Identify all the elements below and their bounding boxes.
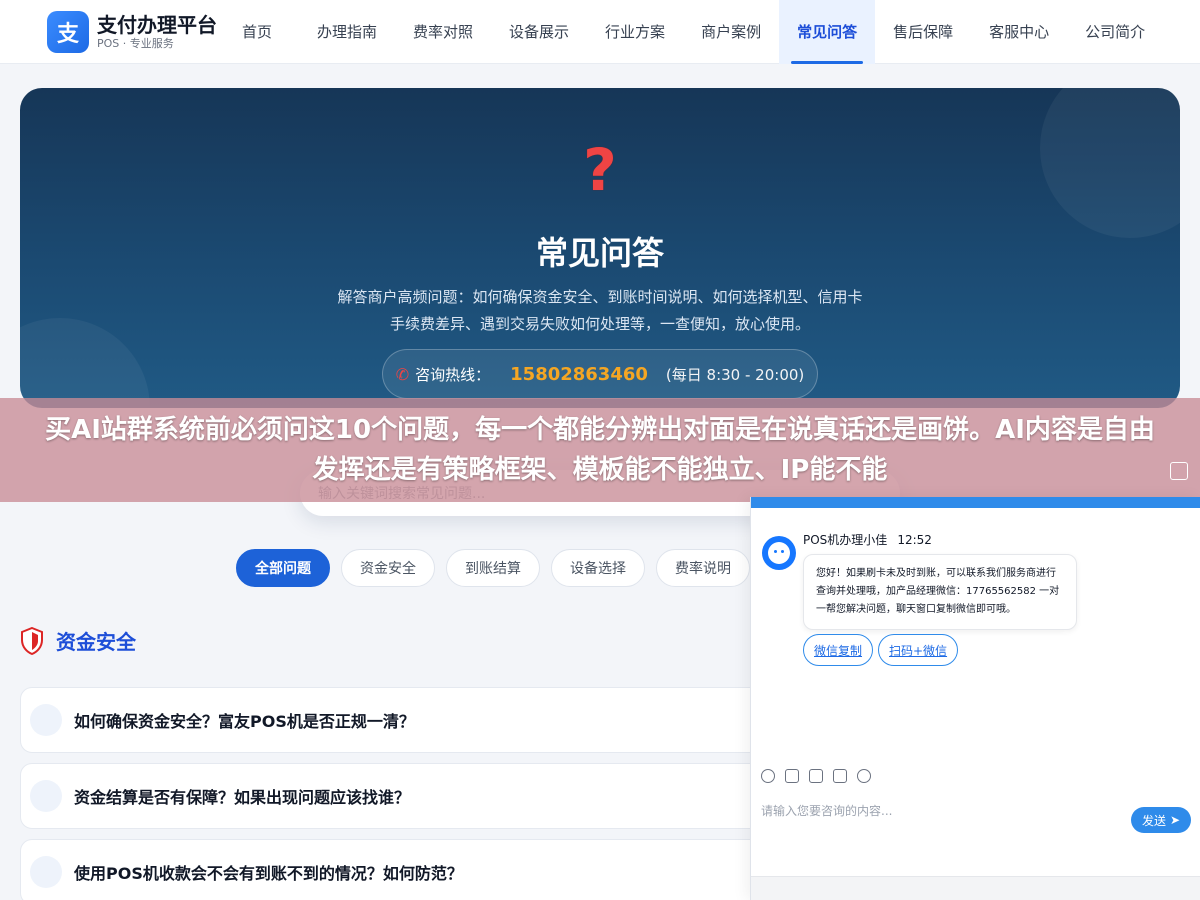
main-nav: 首页 办理指南 费率对照 设备展示 行业方案 商户案例 常见问答 售后保障 客服… xyxy=(215,0,1163,64)
phone-icon: ✆ xyxy=(395,364,410,384)
screenshot-icon[interactable] xyxy=(809,769,823,783)
nav-item-aftersales[interactable]: 售后保障 xyxy=(875,0,971,64)
faq-bullet xyxy=(30,704,62,736)
overlay-ad-banner[interactable]: 买AI站群系统前必须问这10个问题，每一个都能分辨出对面是在说真话还是画饼。AI… xyxy=(0,398,1200,502)
message-time: 12:52 xyxy=(897,533,932,547)
hero-banner: ? 常见问答 解答商户高频问题：如何确保资金安全、到账时间说明、如何选择机型、信… xyxy=(20,88,1180,408)
chip-device[interactable]: 设备选择 xyxy=(551,549,645,587)
nav-item-faq[interactable]: 常见问答 xyxy=(779,0,876,64)
banner-text: 买AI站群系统前必须问这10个问题，每一个都能分辨出对面是在说真话还是画饼。AI… xyxy=(45,415,1155,485)
faq-question: 使用POS机收款会不会有到账不到的情况？如何防范？ xyxy=(74,864,463,883)
section-title: 资金安全 xyxy=(56,630,136,654)
hero-description: 解答商户高频问题：如何确保资金安全、到账时间说明、如何选择机型、信用卡 手续费差… xyxy=(337,288,863,333)
close-icon[interactable] xyxy=(1170,462,1188,480)
hotline-number[interactable]: 15802863460 xyxy=(510,364,648,385)
copy-wechat-button[interactable]: 微信复制 xyxy=(803,634,874,666)
nav-item-cases[interactable]: 商户案例 xyxy=(683,0,779,64)
faq-item[interactable]: 如何确保资金安全？富友POS机是否正规一清？ xyxy=(20,687,780,753)
logo-mark: 支 xyxy=(47,10,89,53)
chat-footer xyxy=(751,876,1200,900)
agent-avatar xyxy=(762,536,796,570)
chip-all[interactable]: 全部问题 xyxy=(236,549,330,587)
faq-item[interactable]: 资金结算是否有保障？如果出现问题应该找谁？ xyxy=(20,763,780,829)
hotline-pill[interactable]: ✆ 咨询热线： 15802863460 (每日 8:30 - 20:00) xyxy=(382,349,818,399)
chat-header-bar xyxy=(751,497,1200,508)
wechat-icon[interactable] xyxy=(857,769,871,783)
chat-widget: POS机办理小佳 12:52 您好！如果刷卡未及时到账，可以联系我们服务商进行查询… xyxy=(750,497,1200,900)
hero-decoration xyxy=(20,318,150,408)
hotline-hours: (每日 8:30 - 20:00) xyxy=(665,365,805,384)
send-arrow-icon: ➤ xyxy=(1169,813,1181,827)
chat-bubble: 您好！如果刷卡未及时到账，可以联系我们服务商进行查询并处理哦，加产品经理微信：1… xyxy=(803,554,1077,630)
top-header: 支 支付办理平台 POS · 专业服务 首页 办理指南 费率对照 设备展示 行业… xyxy=(0,0,1200,64)
faq-question: 如何确保资金安全？富友POS机是否正规一清？ xyxy=(74,712,415,731)
avatar-icon xyxy=(768,542,790,564)
scan-wechat-button[interactable]: 扫码+微信 xyxy=(878,634,959,666)
nav-item-about[interactable]: 公司简介 xyxy=(1067,0,1163,64)
chat-input[interactable]: 请输入您要咨询的内容... xyxy=(761,802,892,819)
chip-fund-safety[interactable]: 资金安全 xyxy=(341,549,435,587)
faq-item[interactable]: 使用POS机收款会不会有到账不到的情况？如何防范？ xyxy=(20,839,780,900)
nav-item-support[interactable]: 客服中心 xyxy=(971,0,1067,64)
nav-item-devices[interactable]: 设备展示 xyxy=(491,0,587,64)
agent-name: POS机办理小佳 xyxy=(803,533,888,547)
agent-name-line: POS机办理小佳 12:52 xyxy=(803,531,932,548)
send-button[interactable]: 发送 ➤ xyxy=(1131,807,1191,833)
shield-icon xyxy=(21,626,43,655)
image-icon[interactable] xyxy=(785,769,799,783)
faq-bullet xyxy=(30,780,62,812)
chat-toolbar xyxy=(761,769,881,783)
faq-filter-chips: 全部问题 资金安全 到账结算 设备选择 费率说明 xyxy=(236,549,761,587)
faq-bullet xyxy=(30,856,62,888)
emoji-icon[interactable] xyxy=(761,769,775,783)
chat-messages: POS机办理小佳 12:52 您好！如果刷卡未及时到账，可以联系我们服务商进行查询… xyxy=(751,508,1200,763)
nav-item-home[interactable]: 首页 xyxy=(215,0,299,64)
brand-subtitle: POS · 专业服务 xyxy=(97,36,174,50)
question-mark-icon: ? xyxy=(583,136,617,204)
evaluate-icon[interactable] xyxy=(833,769,847,783)
nav-item-solutions[interactable]: 行业方案 xyxy=(587,0,683,64)
nav-item-rates[interactable]: 费率对照 xyxy=(395,0,491,64)
brand-logo[interactable]: 支 支付办理平台 POS · 专业服务 xyxy=(47,10,227,53)
chip-rates[interactable]: 费率说明 xyxy=(656,549,750,587)
brand-title: 支付办理平台 xyxy=(97,12,217,37)
section-heading: 资金安全 xyxy=(20,626,136,655)
page-title: 常见问答 xyxy=(535,234,664,272)
chip-settlement[interactable]: 到账结算 xyxy=(446,549,540,587)
hotline-label: 咨询热线： xyxy=(415,365,491,384)
faq-question: 资金结算是否有保障？如果出现问题应该找谁？ xyxy=(74,788,411,807)
hero-decoration xyxy=(1040,88,1180,238)
nav-item-guide[interactable]: 办理指南 xyxy=(299,0,395,64)
